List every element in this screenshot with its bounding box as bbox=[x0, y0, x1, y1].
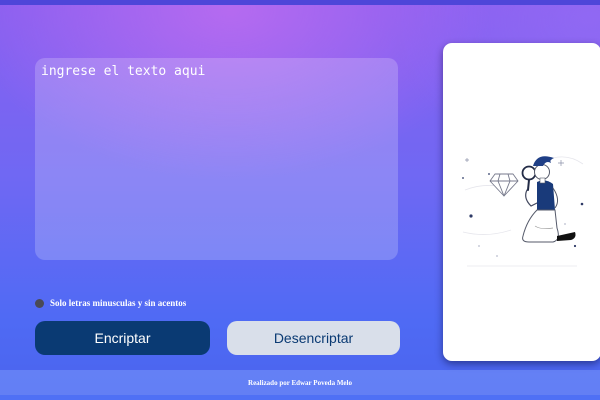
bottom-strip bbox=[0, 395, 600, 400]
info-message: Solo letras minusculas y sin acentos bbox=[35, 297, 186, 309]
footer: Realizado por Edwar Poveda Melo bbox=[0, 370, 600, 395]
encrypt-button[interactable]: Encriptar bbox=[35, 321, 210, 355]
info-text: Solo letras minusculas y sin acentos bbox=[50, 298, 187, 308]
decrypt-button[interactable]: Desencriptar bbox=[227, 321, 400, 355]
output-panel bbox=[443, 43, 600, 361]
info-icon bbox=[35, 298, 44, 308]
top-strip bbox=[0, 0, 600, 5]
text-input[interactable] bbox=[35, 58, 398, 260]
footer-credit: Realizado por Edwar Poveda Melo bbox=[248, 378, 352, 387]
search-illustration bbox=[462, 156, 584, 267]
